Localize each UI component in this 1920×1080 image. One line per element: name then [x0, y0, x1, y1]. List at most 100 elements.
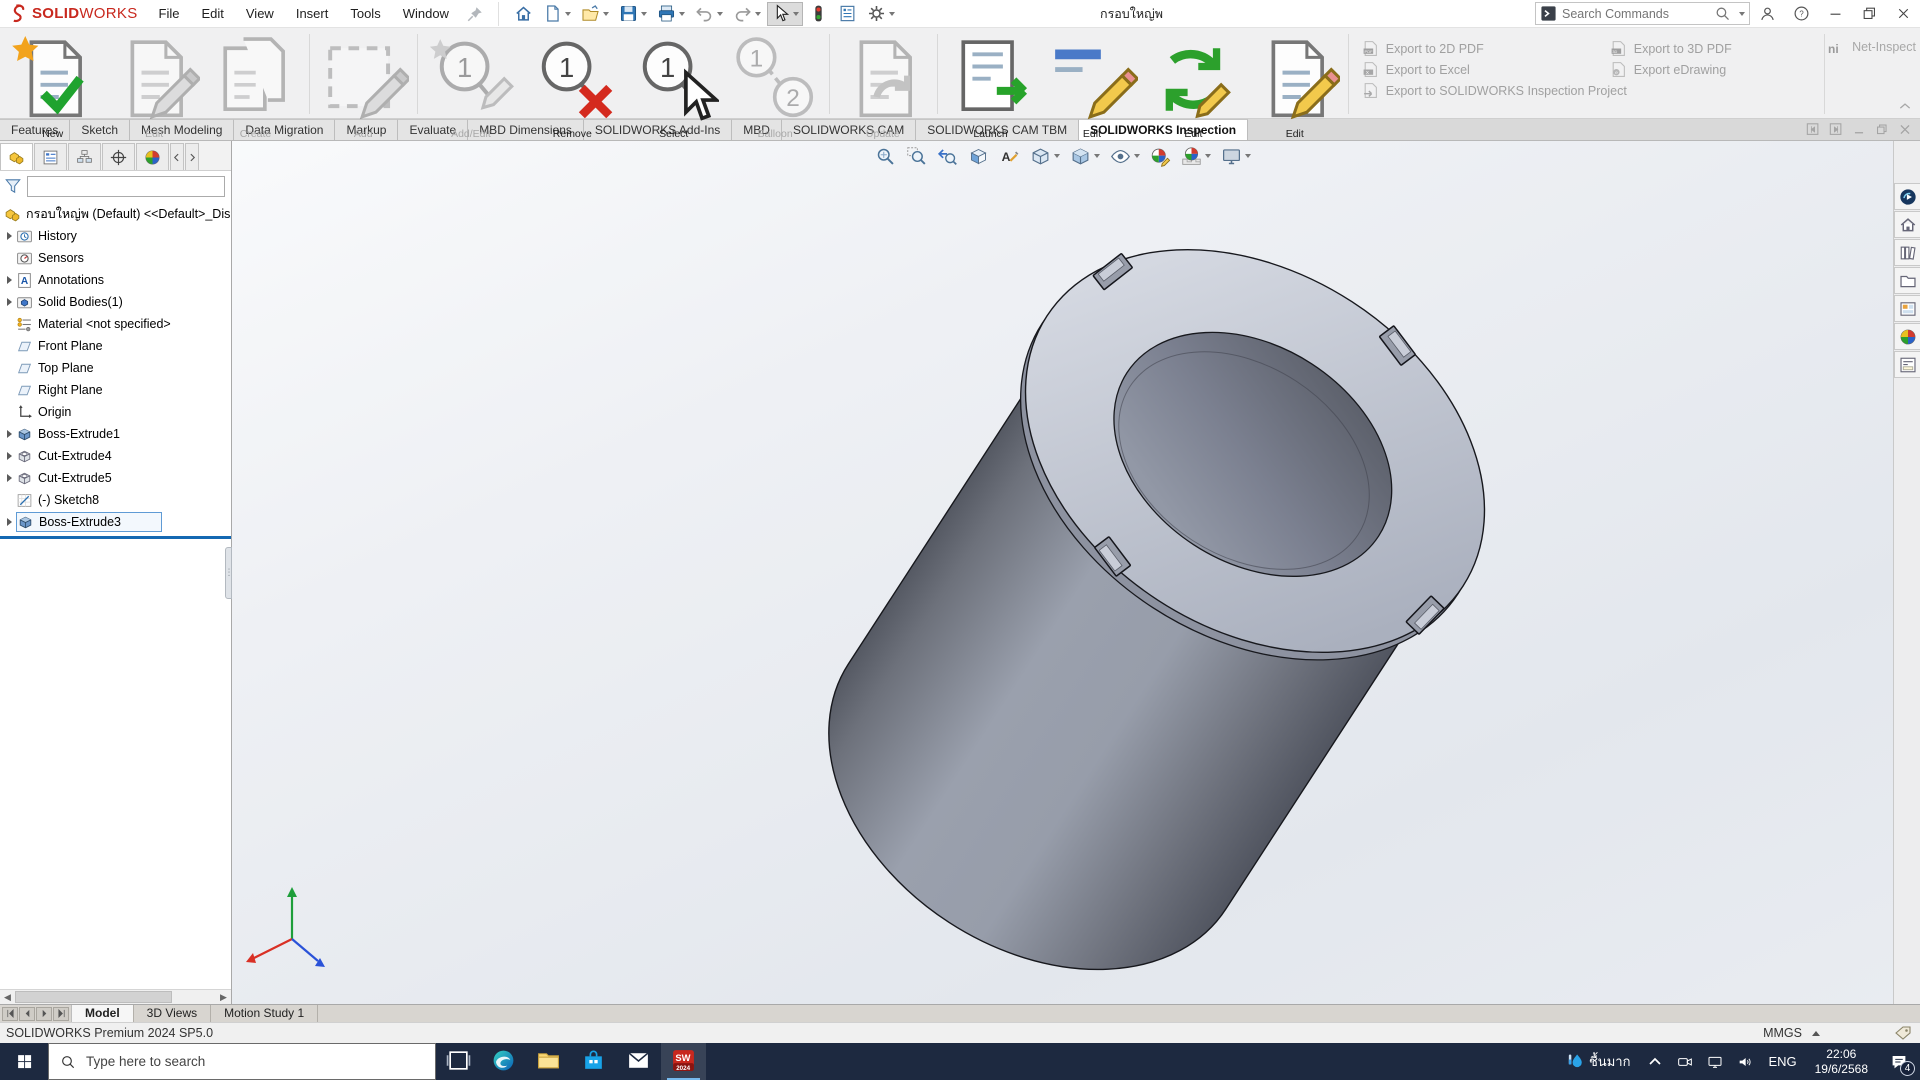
apply-scene-button[interactable]: [1178, 144, 1214, 168]
display-style-dropdown-caret[interactable]: [1094, 154, 1100, 158]
tree-item-boss-extrude3[interactable]: Boss-Extrude3: [0, 511, 231, 533]
taskbar-app-task-view[interactable]: [436, 1043, 481, 1080]
doc-minimize-icon[interactable]: [1852, 123, 1866, 136]
design-library-button[interactable]: [1894, 239, 1920, 266]
tree-item-sensors[interactable]: Sensors: [0, 247, 231, 269]
redo-button[interactable]: [729, 2, 765, 26]
start-button[interactable]: [0, 1043, 48, 1080]
menu-insert[interactable]: Insert: [285, 0, 340, 28]
manager-tab-propertymanager[interactable]: [34, 143, 67, 170]
network-icon[interactable]: [1700, 1043, 1730, 1080]
action-center-button[interactable]: 4: [1878, 1043, 1920, 1080]
restore-button[interactable]: [1852, 0, 1886, 28]
appearances-scenes-button[interactable]: [1894, 323, 1920, 350]
undo-dropdown-caret[interactable]: [717, 12, 723, 16]
select-balloons-button[interactable]: 1SelectBalloons: [623, 30, 724, 153]
tree-item-right-plane[interactable]: Right Plane: [0, 379, 231, 401]
hidden-icons-chevron[interactable]: [1640, 1043, 1670, 1080]
bottom-tab-model[interactable]: Model: [72, 1005, 134, 1022]
expand-arrow-icon[interactable]: [3, 430, 16, 438]
last-tab-button[interactable]: [53, 1007, 69, 1021]
expand-arrow-icon[interactable]: [3, 276, 16, 284]
file-explorer-button[interactable]: [1894, 267, 1920, 294]
tree-item-material-not-specified-[interactable]: Material <not specified>: [0, 313, 231, 335]
home-button[interactable]: [510, 2, 537, 26]
manager-tabs-scroll-left-button[interactable]: [170, 143, 184, 170]
manager-tabs-scroll-right-button[interactable]: [185, 143, 199, 170]
expand-arrow-icon[interactable]: [3, 452, 16, 460]
custom-properties-button[interactable]: [1894, 351, 1920, 378]
apply-scene-dropdown-caret[interactable]: [1205, 154, 1211, 158]
display-style-button[interactable]: [1067, 144, 1103, 168]
previous-view-button[interactable]: [934, 144, 961, 168]
print-dropdown-caret[interactable]: [679, 12, 685, 16]
scrollbar-thumb[interactable]: [15, 991, 172, 1003]
taskbar-app-file-explorer-app[interactable]: [526, 1043, 571, 1080]
save-dropdown-caret[interactable]: [641, 12, 647, 16]
command-search[interactable]: [1535, 2, 1750, 25]
open-dropdown-caret[interactable]: [603, 12, 609, 16]
taskbar-search[interactable]: Type here to search: [48, 1043, 436, 1080]
minimize-button[interactable]: [1818, 0, 1852, 28]
view-palette-button[interactable]: [1894, 295, 1920, 322]
taskbar-app-store[interactable]: [571, 1043, 616, 1080]
tree-item-solid-bodies-1-[interactable]: Solid Bodies(1): [0, 291, 231, 313]
select-dropdown-caret[interactable]: [793, 12, 799, 16]
tree-item-annotations[interactable]: AAnnotations: [0, 269, 231, 291]
tags-icon[interactable]: [1894, 1025, 1912, 1041]
tree-filter-input[interactable]: [27, 176, 225, 197]
tree-item-cut-extrude4[interactable]: Cut-Extrude4: [0, 445, 231, 467]
close-button[interactable]: [1886, 0, 1920, 28]
pin-icon[interactable]: [466, 5, 484, 23]
expand-arrow-icon[interactable]: [3, 298, 16, 306]
language-indicator[interactable]: ENG: [1760, 1054, 1804, 1069]
first-tab-button[interactable]: [2, 1007, 18, 1021]
help-button[interactable]: ?: [1784, 0, 1818, 28]
menu-window[interactable]: Window: [392, 0, 460, 28]
account-button[interactable]: [1750, 0, 1784, 28]
menu-edit[interactable]: Edit: [190, 0, 234, 28]
tree-item-front-plane[interactable]: Front Plane: [0, 335, 231, 357]
rollback-bar[interactable]: [0, 536, 231, 539]
menu-tools[interactable]: Tools: [339, 0, 391, 28]
pane-right-icon[interactable]: [1829, 123, 1843, 136]
manager-tab-configurationmanager[interactable]: [68, 143, 101, 170]
clock[interactable]: 22:06 19/6/2568: [1805, 1047, 1878, 1077]
options-dropdown-caret[interactable]: [889, 12, 895, 16]
manager-tab-featuremanager[interactable]: [0, 143, 33, 170]
new-document-dropdown-caret[interactable]: [565, 12, 571, 16]
units-selector[interactable]: MMGS: [1763, 1026, 1820, 1040]
select-button[interactable]: [767, 2, 803, 26]
section-view-button[interactable]: [965, 144, 992, 168]
remove-balloons-button[interactable]: 1RemoveBalloons: [522, 30, 623, 153]
open-button[interactable]: [577, 2, 613, 26]
print-button[interactable]: [653, 2, 689, 26]
meet-now-icon[interactable]: [1670, 1043, 1700, 1080]
tree-item--sketch8[interactable]: (-) Sketch8: [0, 489, 231, 511]
new-document-button[interactable]: [539, 2, 575, 26]
edit-operations-button[interactable]: EditOperations: [1143, 30, 1244, 153]
edit-appearance-button[interactable]: [1147, 144, 1174, 168]
options-button[interactable]: [863, 2, 899, 26]
file-properties-button[interactable]: [834, 2, 861, 26]
search-input[interactable]: [1562, 7, 1709, 21]
taskbar-app-solidworks-app[interactable]: SW2024: [661, 1043, 706, 1080]
view-orientation-button[interactable]: [1027, 144, 1063, 168]
expand-arrow-icon[interactable]: [3, 474, 16, 482]
doc-close-icon[interactable]: [1898, 123, 1912, 136]
tree-item-boss-extrude1[interactable]: Boss-Extrude1: [0, 423, 231, 445]
edit-vendors-button[interactable]: EditVendors: [1244, 30, 1345, 153]
zoom-area-button[interactable]: [903, 144, 930, 168]
manager-tab-dimxpertmanager[interactable]: [102, 143, 135, 170]
view-settings-dropdown-caret[interactable]: [1245, 154, 1251, 158]
expand-arrow-icon[interactable]: [3, 518, 16, 526]
bottom-tab-motion-study-1[interactable]: Motion Study 1: [211, 1005, 318, 1022]
hide-show-items-button[interactable]: [1107, 144, 1143, 168]
tree-item-origin[interactable]: Origin: [0, 401, 231, 423]
ribbon-collapse-chevron-icon[interactable]: [1896, 100, 1914, 114]
3dexperience-marketplace-button[interactable]: [1894, 183, 1920, 210]
tree-item-history[interactable]: History: [0, 225, 231, 247]
magnifier-icon[interactable]: [1714, 5, 1731, 22]
next-tab-button[interactable]: [36, 1007, 52, 1021]
panel-horizontal-scrollbar[interactable]: ◀ ▶: [0, 989, 231, 1004]
